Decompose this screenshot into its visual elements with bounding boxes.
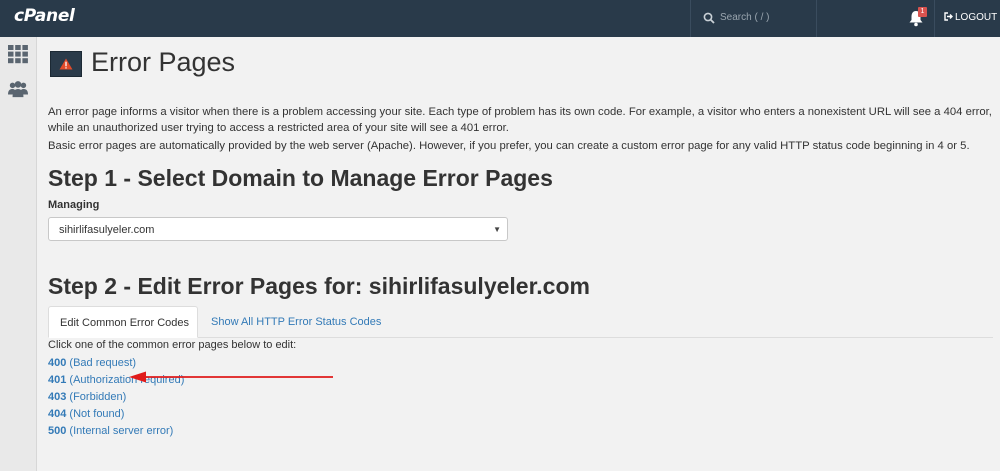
tab-common-error-codes[interactable]: Edit Common Error Codes xyxy=(48,306,198,338)
step1-heading: Step 1 - Select Domain to Manage Error P… xyxy=(48,165,553,191)
intro-paragraph: An error page informs a visitor when the… xyxy=(48,106,992,134)
search-input[interactable]: Search ( / ) xyxy=(720,12,769,23)
error-code: 401 xyxy=(48,374,67,386)
error-code: 403 xyxy=(48,391,67,403)
logout-icon xyxy=(944,12,953,21)
error-desc: (Internal server error) xyxy=(69,425,174,437)
users-icon[interactable] xyxy=(8,79,28,99)
tab-label: Edit Common Error Codes xyxy=(60,317,189,329)
instructions-text: Click one of the common error pages belo… xyxy=(48,339,297,351)
logout-label: LOGOUT xyxy=(955,12,998,23)
logout-button[interactable]: LOGOUT xyxy=(944,12,997,23)
left-sidebar xyxy=(0,37,37,471)
managing-label: Managing xyxy=(48,199,100,211)
top-navbar: cPanel Search ( / ) 1 LOGOUT xyxy=(0,0,1000,37)
step2-heading: Step 2 - Edit Error Pages for: sihirlifa… xyxy=(48,273,590,299)
chevron-down-icon: ▼ xyxy=(493,225,501,234)
cpanel-logo[interactable]: cPanel xyxy=(14,6,75,26)
domain-select-value: sihirlifasulyeler.com xyxy=(59,224,155,236)
page-title: Error Pages xyxy=(91,47,236,77)
grid-icon[interactable] xyxy=(8,44,28,64)
error-warning-icon xyxy=(50,51,82,77)
search-box[interactable]: Search ( / ) xyxy=(690,0,816,37)
error-link-404[interactable]: 404 (Not found) xyxy=(48,408,124,420)
error-desc: (Not found) xyxy=(69,408,125,420)
error-code: 404 xyxy=(48,408,67,420)
domain-select[interactable]: sihirlifasulyeler.com ▼ xyxy=(48,217,508,241)
search-icon xyxy=(703,12,715,24)
error-link-400[interactable]: 400 (Bad request) xyxy=(48,357,136,369)
error-link-403[interactable]: 403 (Forbidden) xyxy=(48,391,126,403)
error-code: 500 xyxy=(48,425,67,437)
error-desc: (Bad request) xyxy=(69,357,137,369)
error-code: 400 xyxy=(48,357,67,369)
error-desc: (Forbidden) xyxy=(69,391,127,403)
notification-count-badge: 1 xyxy=(918,7,927,17)
annotation-arrow-icon xyxy=(129,371,333,383)
error-link-500[interactable]: 500 (Internal server error) xyxy=(48,425,173,437)
navbar-divider xyxy=(816,0,817,37)
intro-paragraph-2: Basic error pages are automatically prov… xyxy=(48,140,970,152)
navbar-divider xyxy=(934,0,935,37)
tab-all-http-codes[interactable]: Show All HTTP Error Status Codes xyxy=(211,316,381,328)
